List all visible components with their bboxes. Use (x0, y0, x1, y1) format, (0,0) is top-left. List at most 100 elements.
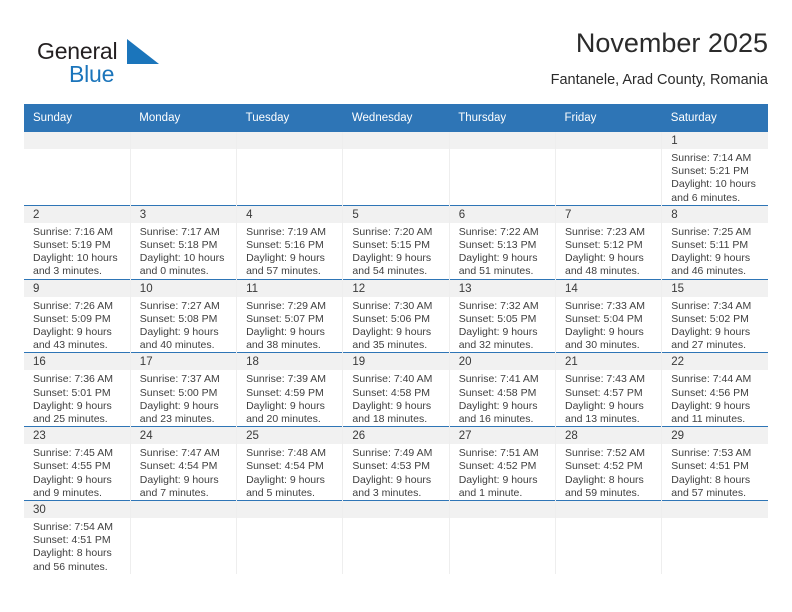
calendar-day-cell[interactable]: 5 Sunrise: 7:20 AM Sunset: 5:15 PM Daylight… (342, 204, 450, 280)
day-details: Sunrise: 7:20 AM Sunset: 5:15 PM Daylight:… (343, 223, 448, 279)
calendar-day-cell[interactable]: 26 Sunrise: 7:49 AM Sunset: 4:53 PM Dayligh… (342, 426, 450, 501)
day-details: Sunrise: 7:53 AM Sunset: 4:51 PM Daylight:… (662, 444, 768, 500)
calendar-day-cell[interactable]: 16 Sunrise: 7:36 AM Sunset: 5:01 PM Dayligh… (24, 352, 131, 427)
daylight-duration-line2: and 25 minutes. (33, 413, 108, 426)
day-number: 18 (237, 353, 343, 371)
calendar-day-cell[interactable]: 1 Sunrise: 7:14 AM Sunset: 5:21 PM Daylight… (661, 132, 769, 206)
day-number: 17 (130, 353, 237, 371)
day-details: Sunrise: 7:39 AM Sunset: 4:59 PM Daylight:… (237, 370, 342, 426)
daylight-duration-line1: Daylight: 9 hours (139, 326, 219, 339)
calendar-day-cell[interactable]: 20 Sunrise: 7:41 AM Sunset: 4:58 PM Dayligh… (448, 352, 556, 427)
calendar-day-cell[interactable]: 17 Sunrise: 7:37 AM Sunset: 5:00 PM Dayligh… (129, 352, 237, 427)
calendar-day-cell[interactable]: 25 Sunrise: 7:48 AM Sunset: 4:54 PM Dayligh… (236, 426, 343, 501)
day-number: 28 (555, 427, 662, 445)
sunrise-time: Sunrise: 7:52 AM (564, 447, 645, 460)
calendar-day-cell[interactable]: 7 Sunrise: 7:23 AM Sunset: 5:12 PM Daylight… (554, 204, 662, 280)
daylight-duration-line2: and 48 minutes. (564, 265, 640, 278)
day-number: 5 (343, 205, 449, 223)
daylight-duration-line1: Daylight: 9 hours (139, 399, 219, 412)
calendar-day-cell[interactable]: 29 Sunrise: 7:53 AM Sunset: 4:51 PM Dayligh… (661, 426, 769, 501)
daylight-duration-line1: Daylight: 9 hours (246, 326, 325, 339)
calendar-day-cell[interactable]: 11 Sunrise: 7:29 AM Sunset: 5:07 PM Dayligh… (236, 278, 343, 353)
day-details: Sunrise: 7:27 AM Sunset: 5:08 PM Daylight:… (131, 297, 236, 353)
calendar-day-cell-empty (236, 132, 343, 206)
daylight-duration-line2: and 57 minutes. (671, 486, 746, 499)
calendar-day-cell[interactable]: 18 Sunrise: 7:39 AM Sunset: 4:59 PM Dayligh… (236, 352, 343, 427)
daylight-duration-line1: Daylight: 9 hours (564, 326, 644, 339)
daylight-duration-line1: Daylight: 9 hours (246, 252, 325, 265)
daylight-duration-line1: Daylight: 9 hours (246, 399, 325, 412)
sunset-time: Sunset: 5:09 PM (33, 312, 111, 325)
day-number (130, 132, 237, 149)
calendar-day-cell-empty (24, 132, 131, 206)
calendar-day-cell[interactable]: 28 Sunrise: 7:52 AM Sunset: 4:52 PM Dayligh… (554, 426, 662, 501)
daylight-duration-line1: Daylight: 9 hours (458, 473, 538, 486)
daylight-duration-line2: and 11 minutes. (671, 413, 746, 426)
sunset-time: Sunset: 5:12 PM (564, 239, 643, 252)
sunset-time: Sunset: 5:15 PM (352, 239, 431, 252)
day-number: 6 (449, 205, 555, 223)
calendar-day-cell[interactable]: 19 Sunrise: 7:40 AM Sunset: 4:58 PM Dayligh… (342, 352, 450, 427)
daylight-duration-line2: and 3 minutes. (33, 265, 102, 278)
sunset-time: Sunset: 4:52 PM (564, 460, 643, 473)
day-number (130, 501, 237, 519)
daylight-duration-line1: Daylight: 9 hours (458, 399, 538, 412)
daylight-duration-line1: Daylight: 9 hours (352, 399, 432, 412)
sunrise-time: Sunrise: 7:29 AM (246, 299, 327, 312)
sunset-time: Sunset: 5:05 PM (458, 312, 537, 325)
day-details: Sunrise: 7:16 AM Sunset: 5:19 PM Daylight:… (24, 223, 130, 279)
calendar-day-cell[interactable]: 12 Sunrise: 7:30 AM Sunset: 5:06 PM Dayligh… (342, 278, 450, 353)
calendar-day-cell[interactable]: 22 Sunrise: 7:44 AM Sunset: 4:56 PM Dayligh… (661, 352, 769, 427)
daylight-duration-line2: and 46 minutes. (671, 265, 746, 278)
weekday-header-friday: Friday (555, 104, 662, 132)
daylight-duration-line2: and 56 minutes. (33, 560, 108, 573)
page-subtitle: Fantanele, Arad County, Romania (550, 72, 768, 88)
day-number: 29 (662, 427, 769, 445)
calendar-day-cell[interactable]: 10 Sunrise: 7:27 AM Sunset: 5:08 PM Dayligh… (129, 278, 237, 353)
sunset-time: Sunset: 4:57 PM (564, 386, 643, 399)
sunset-time: Sunset: 5:11 PM (671, 239, 749, 252)
day-number: 10 (130, 279, 237, 297)
sunrise-time: Sunrise: 7:22 AM (458, 225, 539, 238)
calendar-day-cell[interactable]: 8 Sunrise: 7:25 AM Sunset: 5:11 PM Daylight… (661, 204, 769, 280)
day-number (343, 501, 449, 519)
daylight-duration-line1: Daylight: 9 hours (564, 399, 644, 412)
sunset-time: Sunset: 4:58 PM (352, 386, 431, 399)
calendar-day-cell[interactable]: 2 Sunrise: 7:16 AM Sunset: 5:19 PM Daylight… (24, 204, 131, 280)
calendar-day-cell[interactable]: 13 Sunrise: 7:32 AM Sunset: 5:05 PM Dayligh… (448, 278, 556, 353)
day-number: 1 (662, 132, 769, 149)
sunset-time: Sunset: 5:13 PM (458, 239, 537, 252)
day-number (555, 132, 662, 149)
day-number: 24 (130, 427, 237, 445)
sunset-time: Sunset: 5:21 PM (671, 165, 749, 178)
sunrise-time: Sunrise: 7:25 AM (671, 225, 752, 238)
day-number: 9 (24, 279, 130, 297)
calendar-day-cell[interactable]: 21 Sunrise: 7:43 AM Sunset: 4:57 PM Dayligh… (554, 352, 662, 427)
daylight-duration-line2: and 54 minutes. (352, 265, 428, 278)
daylight-duration-line2: and 9 minutes. (33, 486, 102, 499)
sunset-time: Sunset: 5:06 PM (352, 312, 431, 325)
calendar-day-cell[interactable]: 9 Sunrise: 7:26 AM Sunset: 5:09 PM Daylight… (24, 278, 131, 353)
calendar-week-row: 1 Sunrise: 7:14 AM Sunset: 5:21 PM Daylight… (24, 132, 769, 206)
daylight-duration-line2: and 7 minutes. (139, 486, 209, 499)
calendar-day-cell-empty (448, 500, 556, 574)
calendar-day-cell[interactable]: 23 Sunrise: 7:45 AM Sunset: 4:55 PM Dayligh… (24, 426, 131, 501)
calendar-day-cell[interactable]: 15 Sunrise: 7:34 AM Sunset: 5:02 PM Dayligh… (661, 278, 769, 353)
daylight-duration-line1: Daylight: 9 hours (246, 473, 325, 486)
day-number: 16 (24, 353, 130, 371)
sunrise-time: Sunrise: 7:45 AM (33, 447, 113, 460)
calendar-day-cell[interactable]: 4 Sunrise: 7:19 AM Sunset: 5:16 PM Daylight… (236, 204, 343, 280)
daylight-duration-line2: and 18 minutes. (352, 413, 428, 426)
calendar-day-cell-empty (661, 500, 769, 574)
sunrise-time: Sunrise: 7:49 AM (352, 447, 433, 460)
general-blue-logo[interactable]: General Blue (37, 38, 217, 94)
calendar-day-cell[interactable]: 30 Sunrise: 7:54 AM Sunset: 4:51 PM Dayligh… (24, 500, 131, 574)
calendar-day-cell[interactable]: 24 Sunrise: 7:47 AM Sunset: 4:54 PM Dayligh… (129, 426, 237, 501)
day-number: 7 (555, 205, 662, 223)
daylight-duration-line1: Daylight: 9 hours (352, 252, 432, 265)
day-details: Sunrise: 7:52 AM Sunset: 4:52 PM Daylight:… (556, 444, 661, 500)
calendar-day-cell[interactable]: 14 Sunrise: 7:33 AM Sunset: 5:04 PM Dayligh… (554, 278, 662, 353)
calendar-day-cell[interactable]: 6 Sunrise: 7:22 AM Sunset: 5:13 PM Daylight… (448, 204, 556, 280)
calendar-day-cell[interactable]: 27 Sunrise: 7:51 AM Sunset: 4:52 PM Dayligh… (448, 426, 556, 501)
calendar-day-cell[interactable]: 3 Sunrise: 7:17 AM Sunset: 5:18 PM Daylight… (129, 204, 237, 280)
